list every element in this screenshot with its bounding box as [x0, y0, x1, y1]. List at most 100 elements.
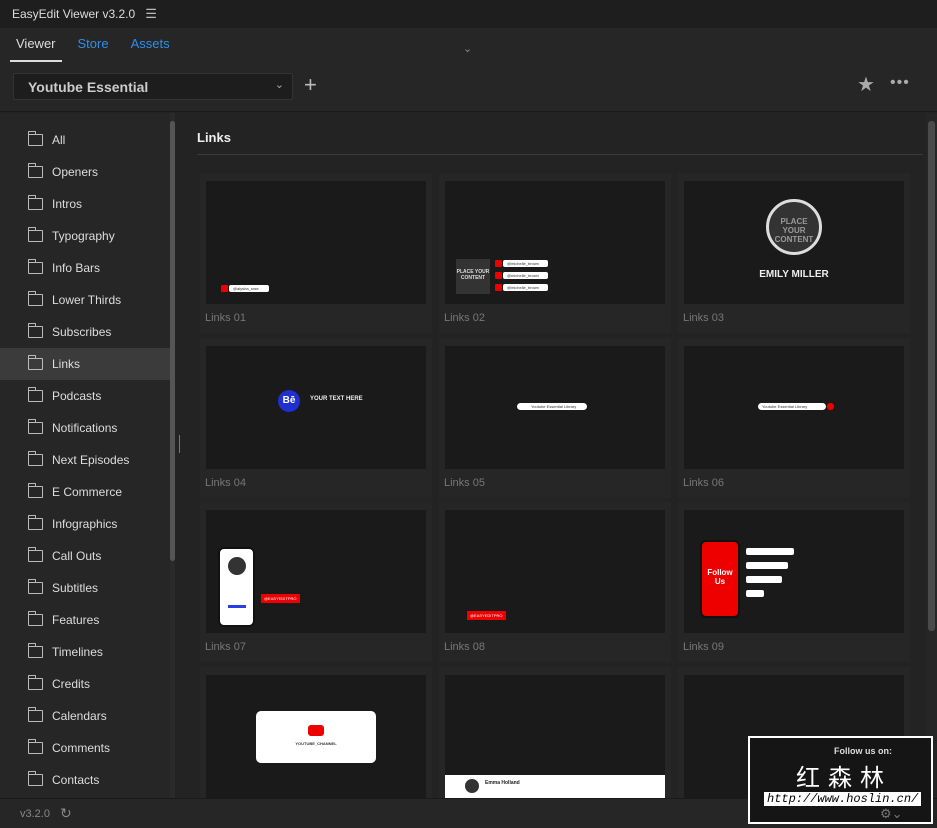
category-sidebar: All Openers Intros Typography Info Bars Lower… [0, 113, 170, 798]
template-thumbnail[interactable]: Youtube Essential Library [684, 345, 904, 469]
sidebar-item-call-outs[interactable]: Call Outs [0, 540, 170, 572]
folder-icon [27, 387, 43, 402]
template-thumbnail[interactable]: Follow Us [684, 510, 904, 633]
watermark-follow: Follow us on: [834, 746, 892, 756]
sidebar-item-label: Comments [52, 741, 111, 755]
chevron-down-icon[interactable]: ⌄ [463, 42, 472, 55]
thumb-text: @michelle_brown [503, 272, 548, 279]
template-label: Links 03 [683, 312, 724, 324]
template-label: Links 05 [444, 476, 485, 489]
template-card[interactable]: Youtube Essential Library Links 06 [678, 337, 910, 498]
sidebar-item-e-commerce[interactable]: E Commerce [0, 476, 170, 508]
sidebar-item-podcasts[interactable]: Podcasts [0, 380, 170, 412]
app-title: EasyEdit Viewer v3.2.0 [12, 7, 136, 21]
template-label: Links 09 [683, 641, 724, 653]
favorite-star-icon[interactable]: ★ [857, 72, 875, 97]
template-card[interactable]: Youtube Essential Library Links 05 [439, 337, 671, 498]
thumb-text: Follow Us [707, 568, 733, 586]
sidebar-item-calendars[interactable]: Calendars [0, 700, 170, 732]
sidebar-item-label: Typography [52, 229, 115, 243]
template-label: Links 04 [205, 476, 246, 489]
sidebar-item-infographics[interactable]: Infographics [0, 508, 170, 540]
thumb-text: @michelle_brown [503, 284, 548, 291]
sidebar-item-label: Call Outs [52, 549, 102, 563]
template-card[interactable]: PLACE YOUR CONTENT EMILY MILLER Links 03 [678, 173, 910, 333]
thumb-text: Youtube Essential Library [517, 402, 587, 410]
more-options-icon[interactable]: ••• [890, 74, 910, 92]
hamburger-menu-icon[interactable]: ☰ [145, 6, 157, 22]
template-card[interactable]: @EASYEDITPRO Links 07 [200, 502, 432, 662]
sidebar-item-label: Podcasts [52, 389, 102, 403]
sidebar-item-label: Calendars [52, 709, 107, 723]
version-label: v3.2.0 [20, 807, 50, 820]
sidebar-item-label: Notifications [52, 421, 118, 435]
template-thumbnail[interactable]: PLACE YOUR CONTENT EMILY MILLER [684, 181, 904, 304]
folder-icon [27, 323, 43, 338]
sidebar-item-label: Lower Thirds [52, 293, 122, 307]
template-thumbnail[interactable]: Emma Holland [445, 674, 665, 798]
watermark-brand: 红森林 [796, 764, 892, 792]
sidebar-item-timelines[interactable]: Timelines [0, 636, 170, 668]
thumb-text: @michelle_brown [503, 260, 548, 267]
template-thumbnail[interactable]: @EASYEDITPRO [206, 510, 426, 633]
sidebar-item-label: Timelines [52, 645, 103, 659]
thumb-text: PLACE YOUR CONTENT [456, 259, 490, 294]
sidebar-item-label: Subscribes [52, 325, 112, 339]
folder-icon [27, 291, 43, 306]
sidebar-item-typography[interactable]: Typography [0, 220, 170, 252]
divider [197, 154, 923, 155]
sidebar-item-features[interactable]: Features [0, 604, 170, 636]
template-card[interactable]: PLACE YOUR CONTENT @michelle_brown @michel… [439, 173, 671, 333]
template-card[interactable]: Follow Us Links 09 [678, 502, 910, 662]
refresh-icon[interactable]: ↻ [60, 805, 72, 822]
template-thumbnail[interactable]: @alysha_rose [206, 181, 426, 304]
sidebar-item-label: Features [52, 613, 100, 627]
folder-icon [27, 483, 43, 498]
sidebar-item-subscribes[interactable]: Subscribes [0, 316, 170, 348]
sidebar-item-info-bars[interactable]: Info Bars [0, 252, 170, 284]
folder-icon [27, 131, 43, 146]
tab-assets[interactable]: Assets [125, 28, 176, 62]
sidebar-item-links[interactable]: Links [0, 348, 170, 380]
template-label: Links 08 [444, 641, 485, 653]
sidebar-item-label: Info Bars [52, 261, 101, 275]
settings-gear-icon[interactable]: ⚙⌄ [880, 806, 903, 822]
sidebar-item-intros[interactable]: Intros [0, 188, 170, 220]
sidebar-scrollbar[interactable] [170, 113, 175, 798]
folder-icon [27, 515, 43, 530]
thumb-text: YOUR TEXT HERE [310, 395, 363, 402]
template-label: Links 02 [444, 312, 485, 324]
add-library-button[interactable]: + [304, 72, 317, 98]
tab-viewer[interactable]: Viewer [10, 28, 62, 62]
sidebar-item-all[interactable]: All [0, 124, 170, 156]
template-card[interactable]: @alysha_rose Links 01 [200, 173, 432, 333]
sidebar-item-next-episodes[interactable]: Next Episodes [0, 444, 170, 476]
template-thumbnail[interactable]: Youtube Essential Library [445, 345, 665, 469]
tab-store[interactable]: Store [72, 28, 115, 62]
sidebar-item-label: Links [52, 357, 81, 371]
sidebar-item-contacts[interactable]: Contacts [0, 764, 170, 796]
template-thumbnail[interactable]: PLACE YOUR CONTENT @michelle_brown @michel… [445, 181, 665, 304]
thumb-text: Bē [278, 389, 300, 412]
thumb-text: Youtube Essential Library [758, 402, 826, 410]
sidebar-item-lower-thirds[interactable]: Lower Thirds [0, 284, 170, 316]
content-scrollbar[interactable] [926, 113, 937, 798]
template-thumbnail[interactable]: YOUTUBE_CHANNEL [206, 674, 426, 798]
sidebar-item-credits[interactable]: Credits [0, 668, 170, 700]
template-card[interactable]: Bē YOUR TEXT HERE Links 04 [200, 337, 432, 498]
thumb-text: Emma Holland [485, 779, 520, 786]
library-select-value: Youtube Essential [28, 79, 149, 95]
sidebar-item-comments[interactable]: Comments [0, 732, 170, 764]
template-thumbnail[interactable]: @EASYEDITPRO [445, 510, 665, 633]
thumb-text: EMILY MILLER [759, 269, 829, 280]
sidebar-item-openers[interactable]: Openers [0, 156, 170, 188]
template-card[interactable]: @EASYEDITPRO Links 08 [439, 502, 671, 662]
library-select[interactable]: Youtube Essential ⌄ [13, 73, 293, 100]
sidebar-item-notifications[interactable]: Notifications [0, 412, 170, 444]
thumb-text: YOUTUBE_CHANNEL [295, 740, 337, 746]
template-thumbnail[interactable]: Bē YOUR TEXT HERE [206, 345, 426, 469]
folder-icon [27, 675, 43, 690]
sidebar-item-label: Contacts [52, 773, 100, 787]
sidebar-item-subtitles[interactable]: Subtitles [0, 572, 170, 604]
folder-icon [27, 451, 43, 466]
